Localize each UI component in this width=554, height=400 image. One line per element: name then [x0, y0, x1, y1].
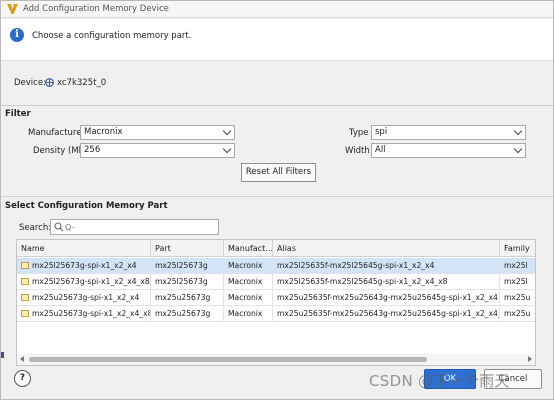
- table-row[interactable]: mx25u25673g-spi-x1_x2_x4 mx25u25673g Mac…: [17, 290, 535, 306]
- cell-name: mx25l25673g-spi-x1_x2_x4: [17, 258, 151, 274]
- type-value: spi: [375, 127, 388, 137]
- manufacturer-combo[interactable]: Macronix: [80, 125, 235, 140]
- chip-icon: [45, 78, 54, 87]
- memory-part-icon: [21, 262, 29, 269]
- memory-part-icon: [21, 310, 29, 317]
- vivado-logo-icon: [7, 4, 18, 14]
- manufacturer-label: Manufacturer: [28, 128, 85, 138]
- device-label: Device:: [14, 78, 46, 88]
- divider: [1, 105, 553, 106]
- scrollbar-thumb[interactable]: [29, 357, 427, 362]
- table-row[interactable]: mx25u25673g-spi-x1_x2_x4_x8 mx25u25673g …: [17, 306, 535, 322]
- memory-part-table: Name Part Manufact... Alias Family mx25l…: [16, 239, 536, 366]
- type-label: Type: [349, 128, 369, 138]
- table-row[interactable]: mx25l25673g-spi-x1_x2_x4_x8 mx25l25673g …: [17, 274, 535, 290]
- cell-name-text: mx25u25673g-spi-x1_x2_x4_x8: [32, 309, 151, 318]
- info-banner: i Choose a configuration memory part.: [1, 19, 553, 61]
- cell-alias: mx25l25635f-mx25l25645g-spi-x1_x2_x4_x8: [273, 274, 500, 290]
- filter-section-title: Filter: [5, 109, 31, 119]
- cell-manufacturer: Macronix: [224, 290, 273, 306]
- cell-alias: mx25u25635f-mx25u25643g-mx25u25645g-spi-…: [273, 290, 500, 306]
- column-header-alias[interactable]: Alias: [273, 240, 500, 257]
- cell-name: mx25l25673g-spi-x1_x2_x4_x8: [17, 274, 151, 290]
- cell-manufacturer: Macronix: [224, 258, 273, 274]
- cell-family: mx25l: [504, 261, 528, 270]
- cell-alias: mx25l25635f-mx25l25645g-spi-x1_x2_x4: [273, 258, 500, 274]
- reset-all-filters-button[interactable]: Reset All Filters: [241, 163, 316, 182]
- window-title: Add Configuration Memory Device: [23, 4, 169, 14]
- cell-manufacturer: Macronix: [224, 274, 273, 290]
- scroll-right-icon[interactable]: [528, 356, 532, 362]
- edge-artifact: [1, 352, 4, 358]
- width-label: Width: [345, 146, 370, 156]
- cell-name: mx25u25673g-spi-x1_x2_x4: [17, 290, 151, 306]
- divider: [1, 196, 553, 197]
- type-combo[interactable]: spi: [371, 125, 526, 140]
- chevron-down-icon: [222, 144, 232, 154]
- csdn-watermark: CSDN @下一个雨天: [369, 372, 510, 390]
- cell-manufacturer: Macronix: [224, 306, 273, 322]
- cell-name-text: mx25u25673g-spi-x1_x2_x4: [32, 293, 140, 302]
- memory-part-icon: [21, 294, 29, 301]
- search-label: Search:: [19, 223, 52, 233]
- cell-family: mx25l: [504, 277, 528, 286]
- search-field[interactable]: [50, 219, 219, 235]
- cell-name-text: mx25l25673g-spi-x1_x2_x4: [32, 261, 137, 270]
- info-icon: i: [10, 28, 24, 42]
- search-icon: [54, 222, 64, 232]
- cell-part: mx25l25673g: [151, 274, 224, 290]
- select-section-title: Select Configuration Memory Part: [5, 201, 168, 211]
- memory-part-icon: [21, 278, 29, 285]
- cell-part: mx25u25673g: [151, 290, 224, 306]
- cell-name: mx25u25673g-spi-x1_x2_x4_x8: [17, 306, 151, 322]
- cell-name-text: mx25l25673g-spi-x1_x2_x4_x8: [32, 277, 150, 286]
- horizontal-scrollbar[interactable]: [17, 354, 535, 365]
- device-value: xc7k325t_0: [57, 78, 107, 88]
- table-header: Name Part Manufact... Alias Family: [17, 240, 535, 257]
- density-value: 256: [84, 145, 101, 155]
- search-input[interactable]: [65, 221, 215, 233]
- column-header-manufacturer[interactable]: Manufact...: [224, 240, 273, 257]
- cell-part: mx25u25673g: [151, 306, 224, 322]
- chevron-down-icon: [513, 126, 523, 136]
- cell-alias: mx25u25635f-mx25u25643g-mx25u25645g-spi-…: [273, 306, 500, 322]
- width-value: All: [375, 145, 386, 155]
- title-bar: Add Configuration Memory Device: [1, 1, 553, 18]
- cell-family: mx25u: [504, 309, 531, 318]
- help-button[interactable]: ?: [14, 370, 31, 387]
- scroll-left-icon[interactable]: [20, 356, 24, 362]
- chevron-down-icon: [222, 126, 232, 136]
- add-config-memory-dialog: Add Configuration Memory Device i Choose…: [0, 0, 554, 400]
- manufacturer-value: Macronix: [84, 127, 123, 137]
- table-row[interactable]: mx25l25673g-spi-x1_x2_x4 mx25l25673g Mac…: [17, 258, 535, 274]
- column-header-part[interactable]: Part: [151, 240, 224, 257]
- cell-family: mx25u: [504, 293, 531, 302]
- chevron-down-icon: [513, 144, 523, 154]
- width-combo[interactable]: All: [371, 143, 526, 158]
- density-combo[interactable]: 256: [80, 143, 235, 158]
- banner-message: Choose a configuration memory part.: [32, 31, 192, 41]
- cell-part: mx25l25673g: [151, 258, 224, 274]
- column-header-family[interactable]: Family: [500, 240, 535, 257]
- column-header-name[interactable]: Name: [17, 240, 151, 257]
